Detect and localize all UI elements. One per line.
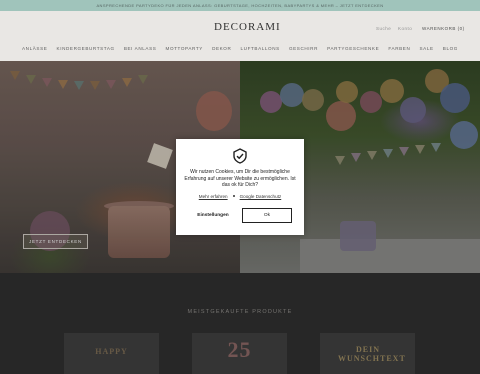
separator-dot [232,195,235,197]
cookie-message: Wir nutzen Cookies, um Dir die bestmögli… [184,169,296,188]
cookie-consent-dialog: Wir nutzen Cookies, um Dir die bestmögli… [176,139,304,235]
settings-button[interactable]: Einstellungen [188,208,238,223]
google-privacy-link[interactable]: Google Datenschutz [240,194,282,199]
learn-more-link[interactable]: Mehr erfahren [199,194,228,199]
cookie-links: Mehr erfahren Google Datenschutz [176,194,304,199]
ok-button[interactable]: Ok [242,208,292,223]
cookie-shield-icon [233,148,247,164]
